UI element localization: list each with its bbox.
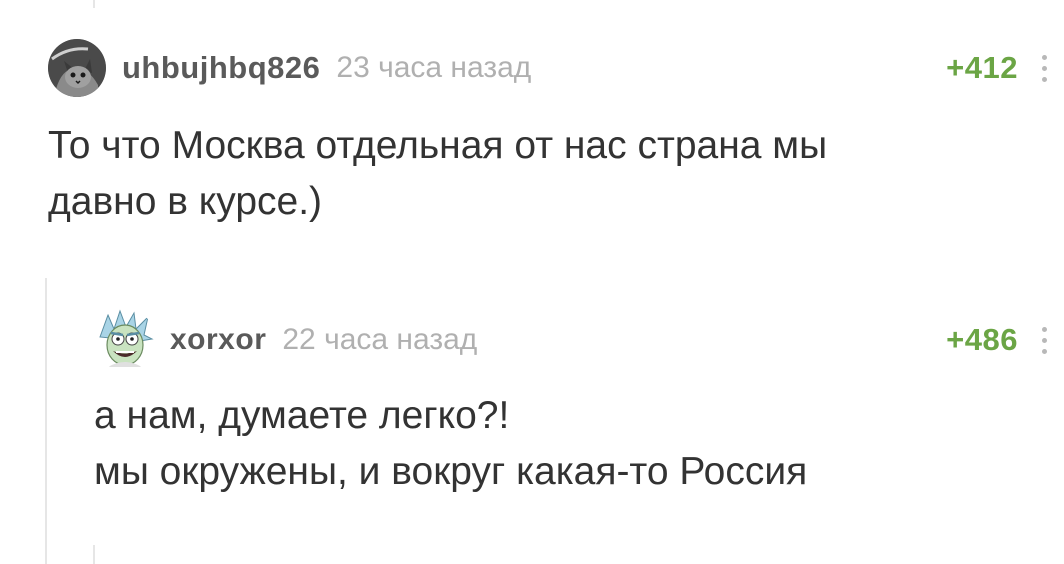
comment-timestamp[interactable]: 23 часа назад [336, 51, 531, 85]
comment-rating: +412 [946, 50, 1018, 85]
comment-header: xorxor 22 часа назад +486 [94, 302, 1048, 378]
comment-timestamp[interactable]: 22 часа назад [282, 323, 477, 357]
comment-author[interactable]: uhbujhbq826 [122, 50, 320, 86]
reply-thread-line[interactable] [45, 278, 47, 564]
comment-text-line: мы окружены, и вокруг какая-то Россия [94, 450, 808, 493]
comment: uhbujhbq826 23 часа назад +412 То что Мо… [48, 30, 1048, 230]
comment-text-line: давно в курсе.) [48, 180, 323, 223]
reply-comment: xorxor 22 часа назад +486 а нам, думаете… [94, 302, 1048, 500]
nested-thread-line [93, 545, 95, 564]
comment-text-line: а нам, думаете легко?! [94, 394, 510, 437]
more-options-icon[interactable] [1034, 326, 1054, 354]
comment-text-line: То что Москва отдельная от нас страна мы [48, 124, 828, 167]
comment-header: uhbujhbq826 23 часа назад +412 [48, 30, 1048, 106]
comment-rating: +486 [946, 322, 1018, 357]
more-options-icon[interactable] [1034, 54, 1054, 82]
comment-text: То что Москва отдельная от нас страна мы… [48, 118, 1048, 230]
cartoon-scientist-avatar-icon[interactable] [94, 309, 156, 371]
thread-line-top [93, 0, 95, 8]
cat-avatar-icon[interactable] [48, 39, 106, 97]
comment-author[interactable]: xorxor [170, 323, 266, 357]
comment-text: а нам, думаете легко?! мы окружены, и во… [94, 388, 1048, 500]
